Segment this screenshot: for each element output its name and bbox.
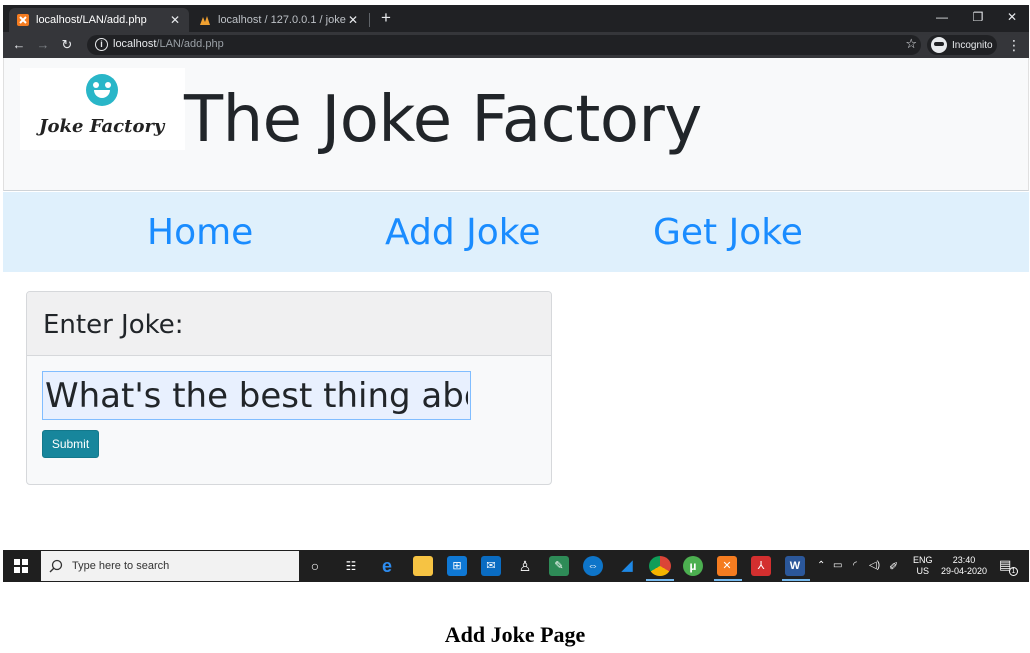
active-app-indicator (782, 579, 810, 581)
search-placeholder: Type here to search (72, 560, 170, 572)
form-label: Enter Joke: (27, 292, 551, 356)
clock-time: 23:40 (952, 555, 976, 565)
utorrent-icon[interactable]: µ (683, 556, 703, 576)
chrome-icon[interactable] (649, 556, 671, 576)
file-explorer-icon[interactable] (413, 556, 433, 576)
notification-count: 1 (1009, 567, 1018, 576)
restore-icon[interactable]: ❐ (961, 8, 995, 26)
language-indicator[interactable]: ENG US (913, 555, 933, 583)
language-bottom: US (916, 566, 930, 576)
windows-logo-icon (14, 559, 28, 573)
nav-link-home[interactable]: Home (147, 212, 253, 253)
url-host: localhost (113, 38, 157, 50)
incognito-badge[interactable]: Incognito (927, 35, 997, 55)
reload-icon[interactable]: ↻ (58, 36, 76, 54)
main-nav: Home Add Joke Get Joke (3, 192, 1029, 272)
page-title: The Joke Factory (184, 83, 702, 157)
url-path: /LAN/add.php (156, 38, 224, 50)
joke-form-card: Enter Joke: Submit (26, 291, 552, 485)
xampp-icon[interactable]: ✕ (717, 556, 737, 576)
address-bar[interactable]: i localhost/LAN/add.php ☆ (87, 35, 921, 55)
xampp-favicon-icon (17, 14, 29, 26)
tab-separator (369, 13, 370, 27)
site-logo[interactable]: Joke Factory (20, 68, 185, 150)
active-app-indicator (646, 579, 674, 581)
nav-link-add-joke[interactable]: Add Joke (385, 212, 541, 253)
tab-inactive[interactable]: localhost / 127.0.0.1 / joke / joke ✕ (191, 8, 367, 32)
tray-chevron-icon[interactable]: ⌃ (817, 560, 825, 583)
browser-menu-icon[interactable]: ⋮ (1005, 36, 1023, 54)
new-tab-icon[interactable]: + (377, 9, 395, 27)
close-window-icon[interactable]: ✕ (995, 8, 1029, 26)
forward-icon[interactable]: → (34, 36, 52, 54)
taskbar-search[interactable]: Type here to search (41, 551, 299, 581)
acrobat-icon[interactable]: ⅄ (751, 556, 771, 576)
site-header: Joke Factory The Joke Factory (3, 58, 1029, 191)
store-icon[interactable]: ⊞ (447, 556, 467, 576)
windows-taskbar: Type here to search ○ ☷ e ⊞ ✉ ♙ ✎ ⇔ ◢ µ … (3, 550, 1029, 582)
cortana-icon[interactable]: ○ (305, 556, 325, 576)
figure-caption: Add Joke Page (444, 622, 586, 647)
start-button[interactable] (3, 550, 39, 582)
mail-icon[interactable]: ✉ (481, 556, 501, 576)
pen-icon[interactable]: ✐ (889, 560, 898, 583)
bookmark-star-icon[interactable]: ☆ (905, 36, 917, 52)
tab-title: localhost / 127.0.0.1 / joke / joke (218, 14, 347, 26)
minimize-icon[interactable]: — (925, 8, 959, 26)
close-tab-icon[interactable]: ✕ (347, 13, 359, 27)
edge-icon[interactable]: e (377, 556, 397, 576)
clock-date: 29-04-2020 (940, 566, 988, 576)
app-icon[interactable]: ◢ (617, 556, 637, 576)
submit-button[interactable]: Submit (42, 430, 99, 458)
app-icon[interactable]: ♙ (515, 556, 535, 576)
task-view-icon[interactable]: ☷ (341, 556, 361, 576)
word-icon[interactable]: W (785, 556, 805, 576)
url-text[interactable]: localhost/LAN/add.php (113, 38, 224, 50)
clock[interactable]: 23:40 29-04-2020 (939, 555, 989, 583)
search-icon (49, 559, 63, 573)
logo-text: Joke Factory (39, 116, 165, 137)
joke-input[interactable] (42, 371, 471, 420)
phpmyadmin-favicon-icon (200, 16, 210, 25)
close-tab-icon[interactable]: ✕ (169, 13, 181, 27)
back-icon[interactable]: ← (10, 36, 28, 54)
tab-title: localhost/LAN/add.php (36, 14, 147, 26)
notepad-icon[interactable]: ✎ (549, 556, 569, 576)
battery-icon[interactable]: ▭ (833, 560, 842, 583)
address-bar-row: ← → ↻ i localhost/LAN/add.php ☆ Incognit… (3, 32, 1029, 58)
tab-active[interactable]: localhost/LAN/add.php ✕ (9, 8, 189, 32)
nav-link-get-joke[interactable]: Get Joke (653, 212, 803, 253)
teamviewer-icon[interactable]: ⇔ (583, 556, 603, 576)
incognito-label: Incognito (952, 39, 993, 51)
active-app-indicator (714, 579, 742, 581)
incognito-icon (931, 37, 947, 53)
browser-tab-bar: localhost/LAN/add.php ✕ localhost / 127.… (3, 5, 1029, 32)
screen: localhost/LAN/add.php ✕ localhost / 127.… (3, 5, 1029, 583)
volume-icon[interactable]: ◁) (869, 560, 880, 583)
info-icon[interactable]: i (95, 38, 108, 51)
language-top: ENG (913, 555, 933, 565)
wifi-icon[interactable]: ◜ (853, 560, 857, 583)
